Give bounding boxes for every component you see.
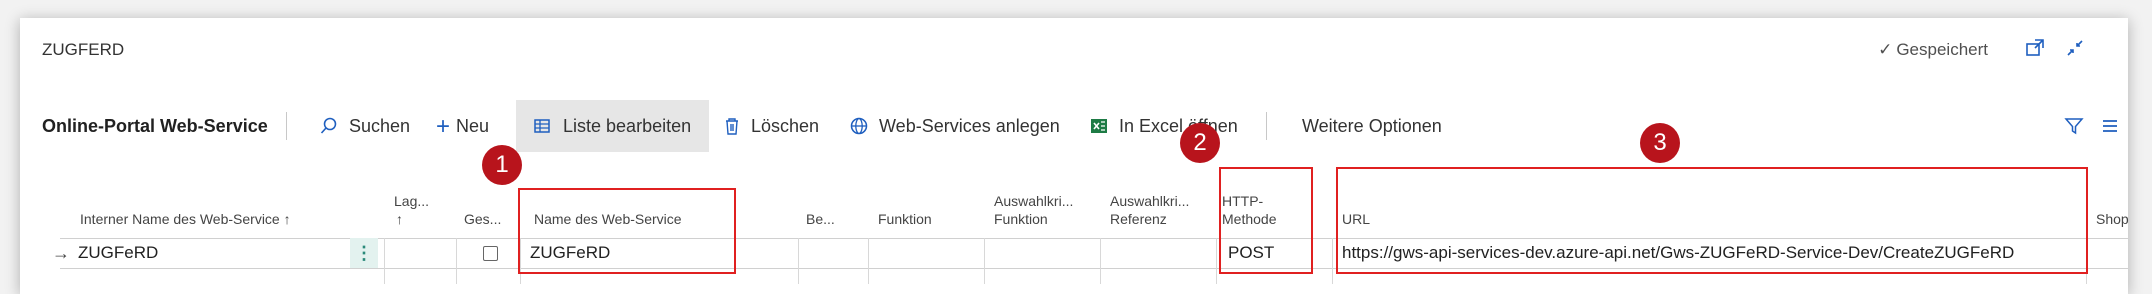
column-divider — [384, 238, 385, 284]
create-web-services-button[interactable]: Web-Services anlegen — [850, 100, 1060, 152]
ges-checkbox[interactable] — [483, 246, 498, 261]
callout-box-1 — [518, 188, 736, 274]
column-divider — [456, 238, 457, 284]
globe-icon — [850, 116, 873, 136]
search-button[interactable]: Suchen — [320, 100, 410, 152]
delete-button[interactable]: Löschen — [724, 100, 819, 152]
business-central-window: ZUGFERD ✓ Gespeichert Online-Portal Web-S… — [20, 18, 2129, 294]
current-row-arrow-icon: → — [52, 243, 70, 263]
column-divider — [1100, 238, 1101, 284]
page-title: ZUGFERD — [42, 40, 125, 59]
new-label: Neu — [456, 116, 490, 136]
search-icon — [320, 116, 343, 136]
open-in-excel-label: In Excel öffnen — [1119, 116, 1238, 136]
open-new-window-icon[interactable] — [2024, 38, 2046, 60]
delete-label: Löschen — [751, 116, 820, 136]
callout-badge-2: 2 — [1180, 123, 1220, 163]
excel-icon — [1090, 116, 1113, 136]
edit-list-button[interactable]: Liste bearbeiten — [516, 100, 710, 152]
more-options-label: Weitere Optionen — [1302, 116, 1442, 136]
search-label: Suchen — [349, 116, 411, 136]
column-divider — [1216, 238, 1217, 284]
trash-icon — [724, 116, 745, 136]
callout-badge-3: 3 — [1640, 123, 1680, 163]
collapse-icon[interactable] — [2064, 38, 2086, 60]
title-bar: ZUGFERD ✓ Gespeichert — [20, 18, 2128, 80]
save-status: ✓ Gespeichert — [1878, 40, 1988, 60]
callout-box-2 — [1219, 167, 1313, 274]
column-divider — [984, 238, 985, 284]
callout-box-3 — [1336, 167, 2088, 274]
divider — [286, 112, 287, 140]
column-divider — [1332, 238, 1333, 284]
column-divider — [868, 238, 869, 284]
edit-list-icon — [534, 116, 557, 136]
filter-icon[interactable] — [2064, 100, 2084, 152]
column-divider — [798, 238, 799, 284]
page-caption: Online-Portal Web-Service — [42, 116, 268, 136]
save-status-label: Gespeichert — [1896, 40, 1988, 59]
action-bar: Online-Portal Web-Service Suchen + Neu Li… — [20, 100, 2128, 152]
divider — [1266, 112, 1267, 140]
create-web-services-label: Web-Services anlegen — [879, 116, 1060, 136]
row-actions-icon[interactable]: ⋮ — [350, 238, 378, 268]
checkmark-icon: ✓ — [1878, 40, 1893, 59]
list-view-icon[interactable] — [2100, 100, 2120, 152]
more-options-button[interactable]: Weitere Optionen — [1302, 100, 1442, 152]
new-button[interactable]: + Neu — [436, 100, 489, 152]
edit-list-label: Liste bearbeiten — [563, 116, 692, 136]
plus-icon: + — [436, 113, 451, 140]
callout-badge-1: 1 — [482, 145, 522, 185]
internal-name-cell[interactable]: ZUGFeRD — [78, 238, 158, 268]
